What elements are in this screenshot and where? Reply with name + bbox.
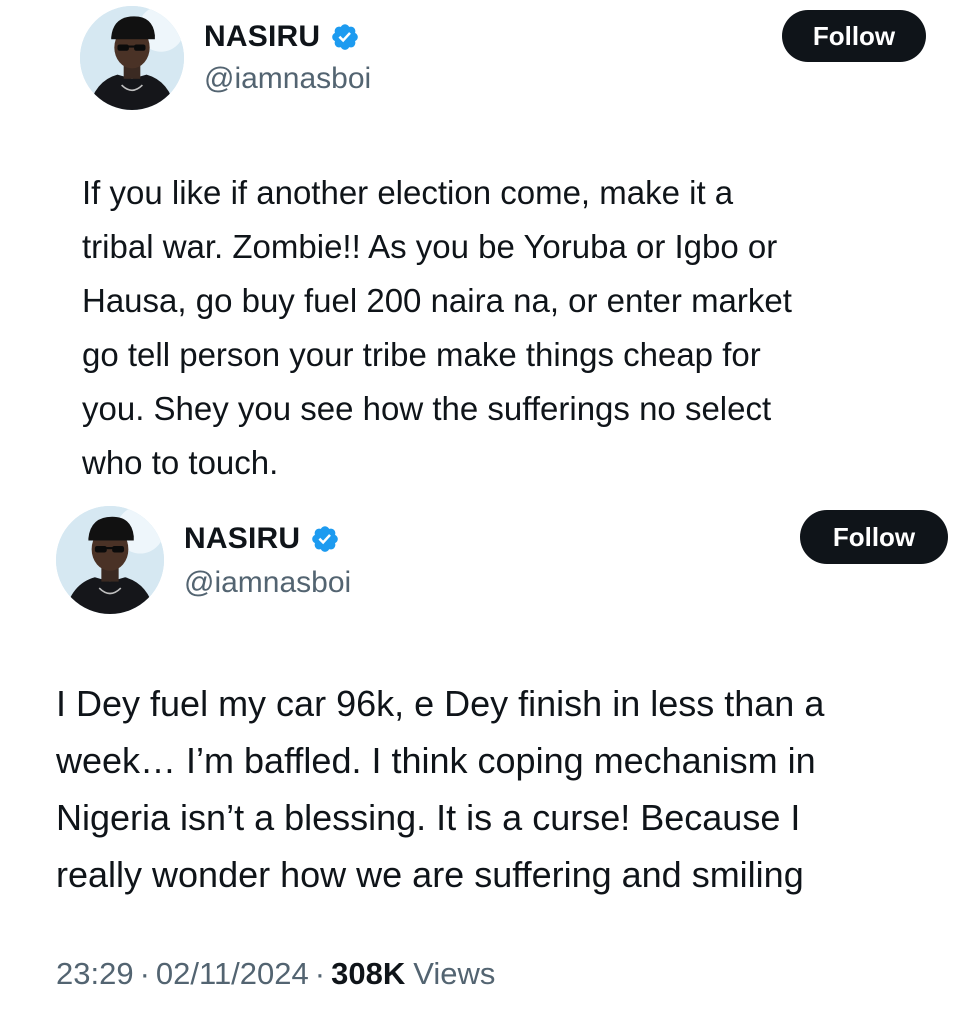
verified-badge-icon <box>330 22 360 52</box>
views-count[interactable]: 308K <box>331 958 405 989</box>
author-display-name[interactable]: NASIRU <box>204 22 320 52</box>
author-name-row: NASIRU <box>184 516 340 562</box>
tweet-time[interactable]: 23:29 <box>56 958 134 989</box>
profile-photo-icon <box>56 506 164 614</box>
views-label: Views <box>413 956 496 991</box>
tweet-date[interactable]: 02/11/2024 <box>156 958 309 989</box>
avatar[interactable] <box>80 6 184 110</box>
tweet-meta: 23:29 · 02/11/2024 · 308K Views <box>56 958 495 989</box>
tweet-text: If you like if another election come, ma… <box>82 174 792 481</box>
tweet-text: I Dey fuel my car 96k, e Dey finish in l… <box>56 683 825 895</box>
follow-button[interactable]: Follow <box>800 510 948 564</box>
author-name-row: NASIRU <box>204 14 360 60</box>
author-display-name[interactable]: NASIRU <box>184 524 300 554</box>
meta-separator: · <box>314 956 326 991</box>
profile-photo-icon <box>80 6 184 110</box>
tweet-card-1: NASIRU @iamnasboi Follow If you like if … <box>0 0 973 500</box>
verified-badge-icon <box>310 524 340 554</box>
author-handle[interactable]: @iamnasboi <box>204 64 371 94</box>
author-handle[interactable]: @iamnasboi <box>184 568 351 598</box>
meta-separator: · <box>139 956 150 991</box>
avatar[interactable] <box>56 506 164 614</box>
follow-button[interactable]: Follow <box>782 10 926 62</box>
tweet-card-2: NASIRU @iamnasboi Follow I Dey fuel my c… <box>0 500 973 1024</box>
